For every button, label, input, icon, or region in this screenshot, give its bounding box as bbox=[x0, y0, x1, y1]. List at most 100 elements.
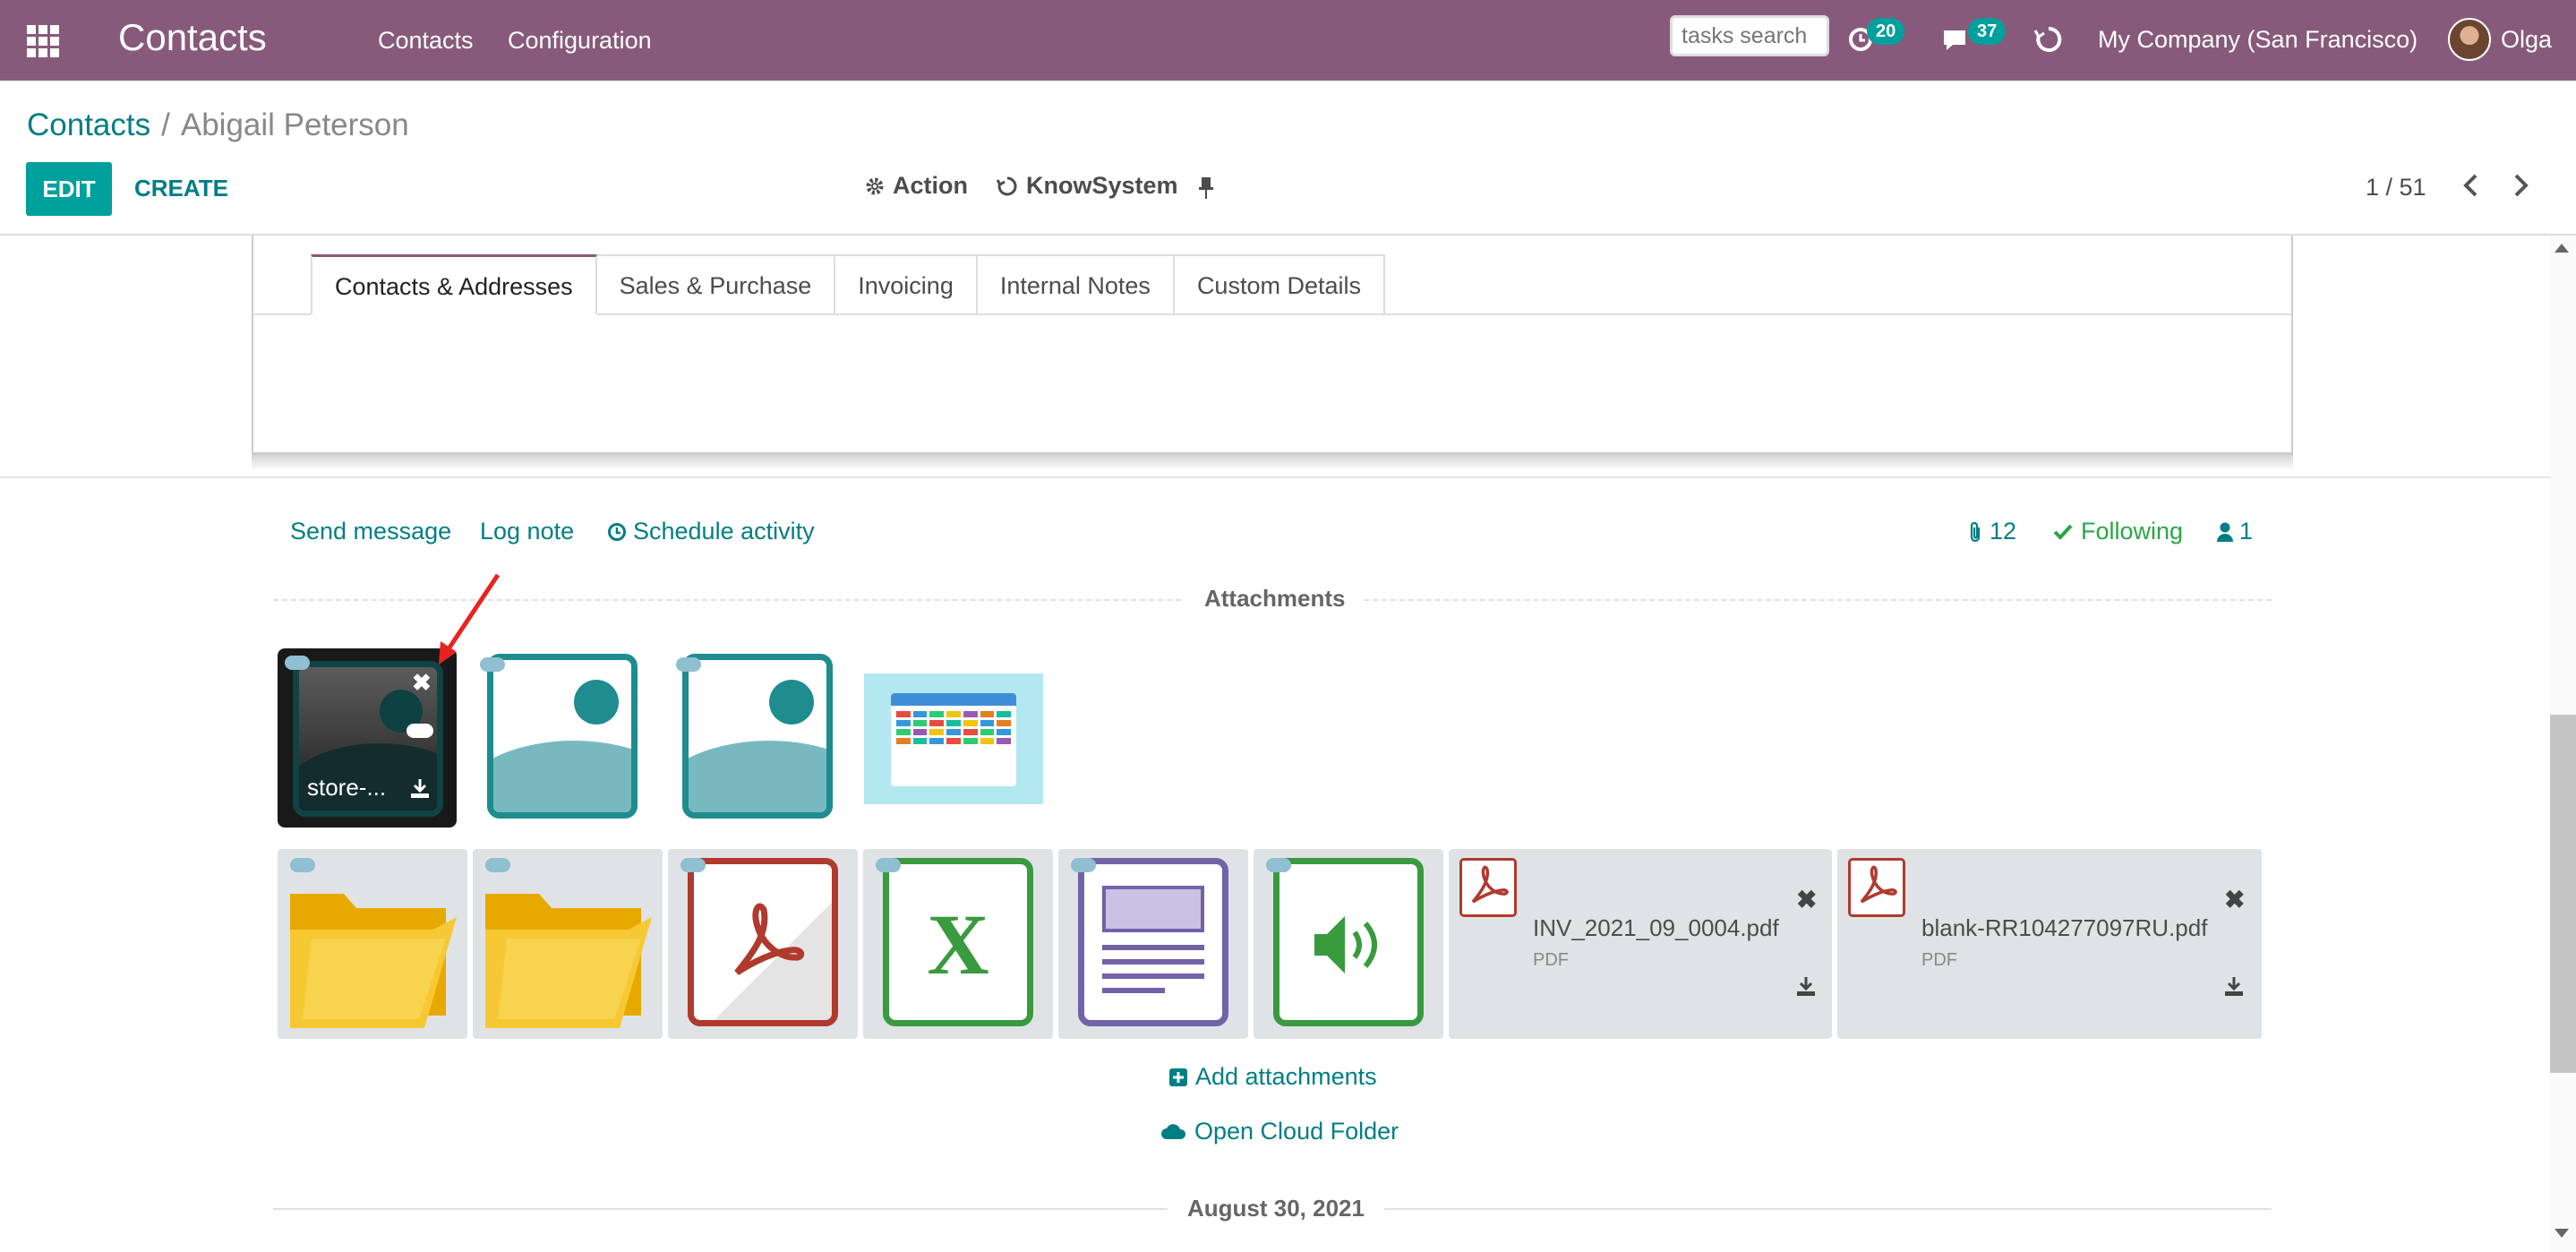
clock-icon bbox=[608, 522, 626, 541]
attachment-folder-1[interactable] bbox=[278, 849, 467, 1039]
tab-contacts-addresses[interactable]: Contacts & Addresses bbox=[311, 254, 597, 315]
chevron-left-icon[interactable] bbox=[2458, 170, 2485, 201]
refresh-sync-icon[interactable] bbox=[2031, 21, 2067, 57]
action-label: Action bbox=[893, 172, 968, 199]
attachment-file-type: PDF bbox=[1921, 950, 1957, 970]
attachment-file-name: blank-RR104277097RU.pdf bbox=[1921, 914, 2208, 941]
cloud-sync-icon bbox=[1266, 858, 1291, 872]
cloud-sync-icon bbox=[485, 858, 510, 872]
annotation-arrow bbox=[439, 573, 501, 665]
tab-internal-notes[interactable]: Internal Notes bbox=[977, 254, 1175, 315]
send-message-button[interactable]: Send message bbox=[290, 518, 451, 545]
cloud-sync-icon bbox=[1071, 858, 1096, 872]
create-button[interactable]: CREATE bbox=[134, 175, 228, 202]
action-dropdown[interactable]: Action bbox=[864, 172, 968, 200]
attachment-document[interactable] bbox=[1058, 849, 1248, 1039]
scrollbar-thumb[interactable] bbox=[2550, 715, 2576, 1073]
breadcrumb-separator: / bbox=[161, 107, 170, 142]
cloud-sync-icon bbox=[676, 657, 701, 672]
pdf-file-icon bbox=[688, 858, 838, 1026]
tasks-search-input[interactable] bbox=[1670, 15, 1829, 56]
followers-count: 1 bbox=[2239, 518, 2254, 545]
attachment-file-type: PDF bbox=[1533, 950, 1569, 970]
folder-icon bbox=[485, 894, 652, 1028]
followers-button[interactable]: 1 bbox=[2216, 518, 2253, 545]
tab-custom-details[interactable]: Custom Details bbox=[1174, 254, 1385, 315]
knowsystem-label: KnowSystem bbox=[1026, 172, 1178, 199]
attachments-count: 12 bbox=[1990, 518, 2017, 545]
attachment-image-2[interactable] bbox=[487, 654, 638, 819]
delete-attachment-icon[interactable]: ✖ bbox=[1796, 885, 1817, 914]
attachment-image-spreadsheet[interactable] bbox=[864, 673, 1043, 804]
attachment-audio[interactable] bbox=[1254, 849, 1443, 1039]
notebook-tabs: Contacts & Addresses Sales & Purchase In… bbox=[311, 254, 1385, 315]
spreadsheet-file-icon: X bbox=[883, 858, 1033, 1026]
gear-icon bbox=[866, 177, 884, 194]
attachment-pdf-blank[interactable]: blank-RR104277097RU.pdf PDF ✖ bbox=[1837, 849, 2262, 1039]
pdf-icon bbox=[1459, 858, 1517, 917]
message-date-separator: August 30, 2021 bbox=[1168, 1195, 1384, 1222]
edit-button[interactable]: EDIT bbox=[26, 162, 112, 216]
paperclip-icon bbox=[1970, 521, 1981, 542]
tab-invoicing[interactable]: Invoicing bbox=[835, 254, 978, 315]
chatter-divider bbox=[0, 476, 2561, 478]
schedule-activity-button[interactable]: Schedule activity bbox=[607, 518, 815, 545]
user-avatar[interactable] bbox=[2448, 18, 2491, 61]
cloud-icon bbox=[1161, 1123, 1186, 1139]
attachments-title: Attachments bbox=[1185, 585, 1365, 613]
activity-count-badge: 20 bbox=[1867, 18, 1905, 45]
app-title: Contacts bbox=[118, 16, 267, 58]
menu-configuration[interactable]: Configuration bbox=[508, 27, 652, 55]
scroll-up-arrow-icon[interactable] bbox=[2555, 244, 2569, 253]
pin-icon[interactable] bbox=[1196, 176, 1216, 201]
tab-sales-purchase[interactable]: Sales & Purchase bbox=[596, 254, 836, 315]
attachment-file-name: INV_2021_09_0004.pdf bbox=[1533, 914, 1779, 941]
attachment-excel[interactable]: X bbox=[863, 849, 1053, 1039]
attachment-image-store[interactable]: ✖ store-... bbox=[278, 648, 457, 828]
plus-square-icon bbox=[1169, 1068, 1187, 1086]
attachment-image-3[interactable] bbox=[682, 654, 833, 819]
user-icon bbox=[2217, 522, 2233, 542]
scroll-down-arrow-icon[interactable] bbox=[2555, 1229, 2569, 1238]
download-icon[interactable] bbox=[408, 776, 432, 800]
checkmark-icon bbox=[2053, 524, 2073, 540]
delete-attachment-icon[interactable]: ✖ bbox=[2224, 885, 2245, 914]
download-icon[interactable] bbox=[2222, 974, 2246, 998]
folder-icon bbox=[290, 894, 457, 1028]
audio-file-icon bbox=[1273, 858, 1424, 1026]
following-label: Following bbox=[2081, 518, 2184, 545]
company-switcher[interactable]: My Company (San Francisco) bbox=[2098, 26, 2418, 54]
attachment-folder-2[interactable] bbox=[473, 849, 663, 1039]
cloud-icon bbox=[407, 724, 433, 738]
breadcrumb-contacts-link[interactable]: Contacts bbox=[27, 107, 150, 142]
breadcrumb-current: Abigail Peterson bbox=[180, 107, 409, 142]
download-icon[interactable] bbox=[1794, 974, 1818, 998]
attachment-pdf-invoice[interactable]: INV_2021_09_0004.pdf PDF ✖ bbox=[1449, 849, 1832, 1039]
following-button[interactable]: Following bbox=[2052, 518, 2183, 545]
user-name[interactable]: Olga bbox=[2501, 26, 2552, 54]
chevron-right-icon[interactable] bbox=[2507, 170, 2534, 201]
pager-value[interactable]: 1 / 51 bbox=[2366, 174, 2426, 202]
attachment-pdf-1[interactable] bbox=[668, 849, 858, 1039]
add-attachments-label: Add attachments bbox=[1195, 1063, 1377, 1090]
attachment-image-name: store-... bbox=[307, 774, 387, 801]
sheet-shadow bbox=[252, 452, 2293, 470]
messages-count-badge: 37 bbox=[1968, 18, 2007, 45]
attachments-count-button[interactable]: 12 bbox=[1966, 518, 2016, 545]
cloud-sync-icon bbox=[285, 656, 310, 670]
breadcrumb: Contacts / Abigail Peterson bbox=[27, 107, 409, 143]
knowsystem-button[interactable]: KnowSystem bbox=[996, 172, 1178, 200]
open-cloud-folder-label: Open Cloud Folder bbox=[1194, 1118, 1399, 1145]
cloud-sync-icon bbox=[876, 858, 901, 872]
delete-attachment-icon[interactable]: ✖ bbox=[412, 669, 432, 697]
cloud-sync-icon bbox=[680, 858, 706, 872]
refresh-icon bbox=[996, 176, 1017, 195]
add-attachments-button[interactable]: Add attachments bbox=[1168, 1063, 1377, 1091]
document-file-icon bbox=[1078, 858, 1228, 1026]
cloud-sync-icon bbox=[290, 858, 315, 872]
open-cloud-folder-button[interactable]: Open Cloud Folder bbox=[1160, 1118, 1399, 1145]
log-note-button[interactable]: Log note bbox=[480, 518, 574, 545]
menu-contacts[interactable]: Contacts bbox=[378, 27, 474, 55]
apps-menu-icon[interactable] bbox=[27, 25, 59, 57]
schedule-activity-label: Schedule activity bbox=[633, 518, 815, 545]
